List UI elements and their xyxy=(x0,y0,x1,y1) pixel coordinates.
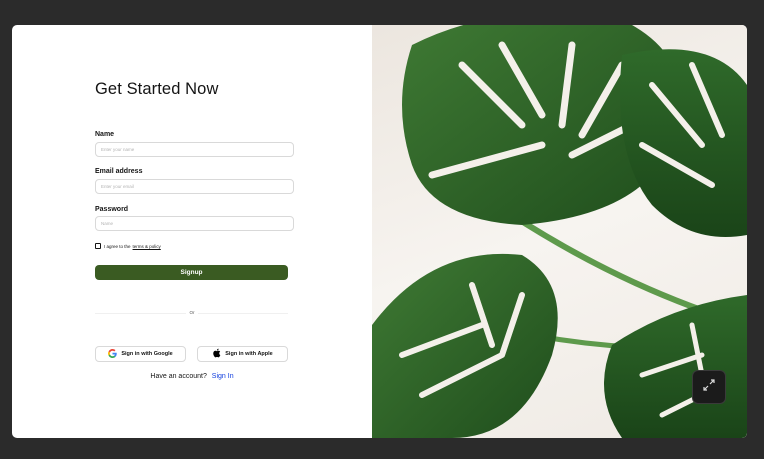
page-title: Get Started Now xyxy=(95,80,219,98)
signup-button[interactable]: Signup xyxy=(95,265,288,280)
terms-agreement: I agree to the terms & policy xyxy=(95,243,161,249)
name-label: Name xyxy=(95,131,115,138)
have-account-text: Have an account? xyxy=(150,373,207,380)
terms-checkbox[interactable] xyxy=(95,243,101,249)
signin-prompt: Have an account? Sign In xyxy=(12,373,372,380)
collapse-button[interactable] xyxy=(692,370,726,404)
or-separator: Or xyxy=(186,310,198,315)
password-label: Password xyxy=(95,206,129,213)
apple-signin-label: Sign in with Apple xyxy=(225,351,273,357)
monstera-plant-image xyxy=(372,25,747,438)
email-field[interactable] xyxy=(95,179,294,194)
apple-signin-button[interactable]: Sign in with Apple xyxy=(197,346,288,362)
apple-icon xyxy=(212,345,221,363)
google-signin-label: Sign in with Google xyxy=(121,351,173,357)
signin-link[interactable]: Sign In xyxy=(212,373,234,380)
google-signin-button[interactable]: Sign in with Google xyxy=(95,346,186,362)
signup-card: Get Started Now Name Email address Passw… xyxy=(12,25,747,438)
terms-link[interactable]: terms & policy xyxy=(133,244,161,249)
email-label: Email address xyxy=(95,168,143,175)
signup-form: Get Started Now Name Email address Passw… xyxy=(12,25,372,438)
google-icon xyxy=(108,345,118,363)
password-field[interactable] xyxy=(95,216,294,231)
name-field[interactable] xyxy=(95,142,294,157)
collapse-icon xyxy=(702,378,716,397)
terms-text: I agree to the xyxy=(104,243,131,249)
